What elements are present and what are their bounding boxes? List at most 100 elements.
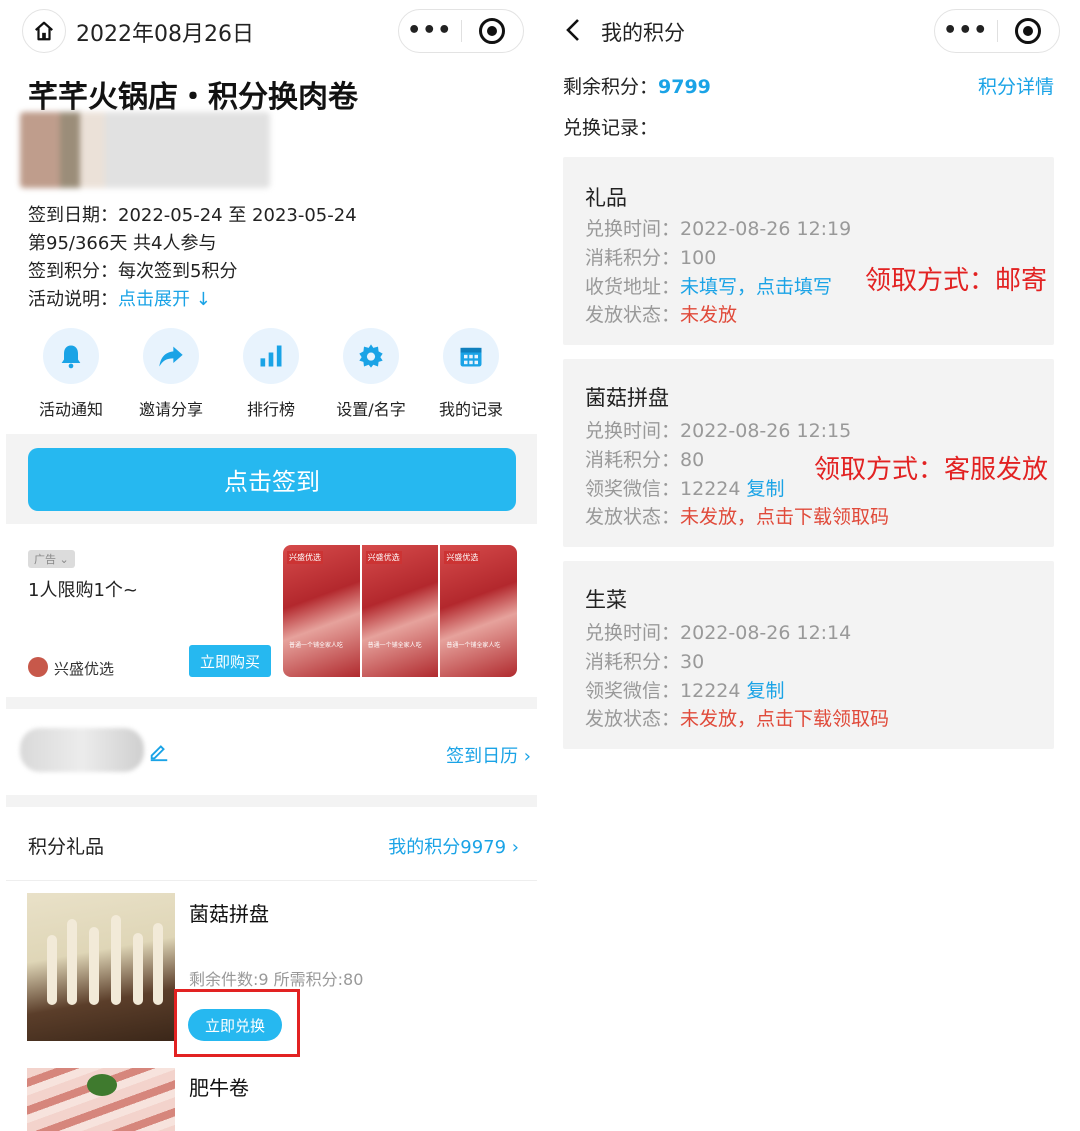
description-line: 活动说明：点击展开 ↓ xyxy=(28,285,211,311)
close-miniprogram-button[interactable] xyxy=(462,18,524,44)
record-cost-value: 100 xyxy=(680,247,717,269)
record-time: 兑换时间：2022-08-26 12:19 xyxy=(585,214,851,241)
gear-icon xyxy=(359,344,383,368)
record-time-value: 2022-08-26 12:15 xyxy=(680,420,852,442)
record-title: 菌菇拼盘 xyxy=(585,386,669,410)
more-menu-button[interactable]: ••• xyxy=(399,11,461,51)
notice-entry[interactable]: 活动通知 xyxy=(26,328,116,420)
divider xyxy=(6,880,537,881)
share-icon xyxy=(159,346,183,367)
notice-label: 活动通知 xyxy=(38,400,103,419)
record-status-value: 未发放 xyxy=(680,304,738,326)
miniprogram-capsule: ••• xyxy=(934,9,1060,53)
record-address-label: 收货地址： xyxy=(585,276,681,298)
function-icon-row: 活动通知 邀请分享 排行榜 设置/名字 我的记录 xyxy=(26,328,516,420)
annotation-mail: 领取方式：邮寄 xyxy=(865,266,1048,296)
record-cost-label: 消耗积分： xyxy=(585,247,681,269)
record-card: 生菜 兑换时间：2022-08-26 12:14 消耗积分：30 领奖微信：12… xyxy=(563,561,1054,749)
remaining-points-label: 剩余积分： xyxy=(563,76,659,98)
remaining-points-value: 9799 xyxy=(658,76,711,98)
chart-icon xyxy=(260,345,282,367)
share-entry[interactable]: 邀请分享 xyxy=(126,328,216,420)
copy-link[interactable]: 复制 xyxy=(747,680,785,702)
remaining-points: 剩余积分：9799 xyxy=(563,72,711,99)
blurred-user-name xyxy=(20,728,144,772)
ad-tag[interactable]: 广告 ⌄ xyxy=(28,550,75,568)
record-time: 兑换时间：2022-08-26 12:15 xyxy=(585,416,851,443)
close-miniprogram-button[interactable] xyxy=(998,18,1060,44)
ad-image-panel: 兴盛优选普通一个铺全家人吃 xyxy=(283,545,362,677)
record-address: 收货地址：未填写，点击填写 xyxy=(585,272,832,299)
expand-description-link[interactable]: 点击展开 ↓ xyxy=(118,289,211,310)
record-status: 发放状态：未发放 xyxy=(585,300,737,327)
back-icon[interactable] xyxy=(565,18,581,42)
checkin-button[interactable]: 点击签到 xyxy=(28,448,516,511)
record-cost: 消耗积分：100 xyxy=(585,243,716,270)
points-detail-link[interactable]: 积分详情 xyxy=(978,72,1054,99)
checkin-calendar-link[interactable]: 签到日历 › xyxy=(446,742,531,768)
ad-image-caption: 普通一个铺全家人吃 xyxy=(289,642,344,649)
record-status: 发放状态：未发放，点击下载领取码 xyxy=(585,502,889,529)
checkin-date-line: 签到日期：2022-05-24 至 2023-05-24 xyxy=(28,201,357,227)
gifts-section-title: 积分礼品 xyxy=(28,836,105,858)
record-wechat: 领奖微信：12224 复制 xyxy=(585,474,785,501)
ad-brand-name: 兴盛优选 xyxy=(54,660,115,678)
records-label: 我的记录 xyxy=(438,400,503,419)
blurred-organizer-info xyxy=(20,112,270,188)
calendar-icon xyxy=(460,347,482,367)
my-points-link[interactable]: 我的积分9979 › xyxy=(388,833,519,859)
settings-entry[interactable]: 设置/名字 xyxy=(326,328,416,420)
description-label: 活动说明： xyxy=(28,289,118,310)
annotation-service: 领取方式：客服发放 xyxy=(814,455,1049,485)
copy-link[interactable]: 复制 xyxy=(747,478,785,500)
download-code-link[interactable]: 未发放，点击下载领取码 xyxy=(680,708,889,730)
page-title: 我的积分 xyxy=(601,21,685,45)
record-cost-value: 30 xyxy=(680,651,705,673)
beef-roll-image[interactable] xyxy=(27,1068,175,1131)
ad-buy-button[interactable]: 立即购买 xyxy=(189,645,271,677)
record-wechat-label: 领奖微信： xyxy=(585,680,681,702)
ad-image-panel: 兴盛优选 普通一个铺全家人吃 xyxy=(440,545,517,677)
download-code-link[interactable]: 未发放，点击下载领取码 xyxy=(680,506,889,528)
record-time-label: 兑换时间： xyxy=(585,420,681,442)
record-status-label: 发放状态： xyxy=(585,304,681,326)
record-title: 生菜 xyxy=(585,588,627,612)
record-card: 礼品 兑换时间：2022-08-26 12:19 消耗积分：100 收货地址：未… xyxy=(563,157,1054,345)
ad-text: 1人限购1个~ xyxy=(28,580,138,601)
header-date: 2022年08月26日 xyxy=(76,22,254,47)
record-time-label: 兑换时间： xyxy=(585,218,681,240)
records-label: 兑换记录： xyxy=(563,117,659,139)
record-status: 发放状态：未发放，点击下载领取码 xyxy=(585,704,889,731)
bell-icon xyxy=(61,345,81,369)
ad-image-badge: 兴盛优选 xyxy=(444,551,481,564)
ranking-entry[interactable]: 排行榜 xyxy=(226,328,316,420)
record-cost: 消耗积分：80 xyxy=(585,445,704,472)
ad-image-badge: 兴盛优选 xyxy=(287,551,323,564)
record-cost-value: 80 xyxy=(680,449,705,471)
section-gap xyxy=(6,697,537,709)
gift-name: 菌菇拼盘 xyxy=(189,902,269,926)
record-wechat: 领奖微信：12224 复制 xyxy=(585,676,785,703)
gift-name: 肥牛卷 xyxy=(189,1076,249,1100)
share-label: 邀请分享 xyxy=(138,400,203,419)
checkin-date-value: 2022-05-24 至 2023-05-24 xyxy=(118,205,357,226)
ad-image[interactable]: 兴盛优选 普通一个铺全家人吃 兴盛优选 普通一个铺全家人吃 兴盛优选 普通一个铺全家人… xyxy=(283,545,517,677)
record-status-label: 发放状态： xyxy=(585,708,681,730)
record-time: 兑换时间：2022-08-26 12:14 xyxy=(585,618,851,645)
record-time-value: 2022-08-26 12:19 xyxy=(680,218,852,240)
edit-icon[interactable] xyxy=(148,740,170,762)
fill-address-link[interactable]: 未填写，点击填写 xyxy=(680,276,832,298)
progress-line: 第95/366天 共4人参与 xyxy=(28,233,217,254)
home-button[interactable] xyxy=(22,9,66,53)
ad-image-panel: 兴盛优选 普通一个铺全家人吃 xyxy=(361,545,441,677)
more-menu-button[interactable]: ••• xyxy=(935,11,997,51)
record-wechat-value: 12224 xyxy=(680,478,741,500)
record-time-value: 2022-08-26 12:14 xyxy=(680,622,852,644)
ad-image-caption: 普通一个铺全家人吃 xyxy=(367,642,422,649)
records-entry[interactable]: 我的记录 xyxy=(426,328,516,420)
points-rule-line: 签到积分：每次签到5积分 xyxy=(28,257,237,283)
mushroom-platter-image[interactable] xyxy=(27,893,175,1041)
record-icon xyxy=(1015,18,1042,44)
checkin-activity-page: 2022年08月26日 ••• 芊芊火锅店・积分换肉卷 签到日期：2022-05… xyxy=(0,0,543,1131)
settings-label: 设置/名字 xyxy=(336,400,406,419)
